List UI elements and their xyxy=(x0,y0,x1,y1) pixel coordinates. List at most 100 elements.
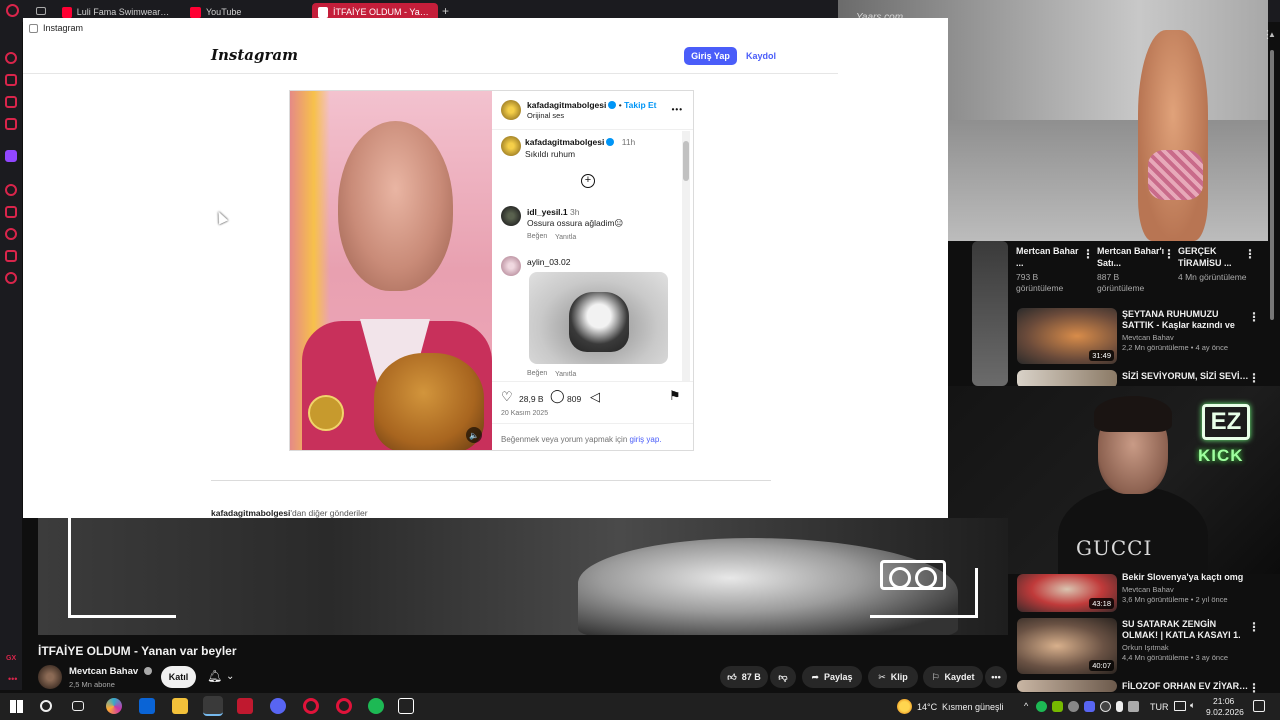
share-button[interactable]: ➦ Paylaş xyxy=(802,666,862,688)
comment-like-button[interactable]: Beğen xyxy=(527,370,547,377)
sidebar-more-icon[interactable]: ••• xyxy=(8,674,17,684)
clip-button[interactable]: ✂ Klip xyxy=(868,666,918,688)
speaker-icon[interactable]: 🔈︎ xyxy=(1190,700,1195,711)
copilot-icon[interactable] xyxy=(106,698,122,714)
suggestion-item[interactable]: SİZİ SEVİYORUM, SİZİ SEVİYORUM! xyxy=(1122,371,1250,382)
outlook-icon[interactable] xyxy=(139,698,155,714)
caption-username[interactable]: kafadagitmabolgesi 11h xyxy=(525,137,635,147)
suggestion-thumbnail[interactable] xyxy=(1017,680,1117,692)
like-button[interactable]: 👍︎ 87 B xyxy=(720,666,768,688)
new-tab-button[interactable]: + xyxy=(442,4,449,18)
search-icon[interactable] xyxy=(40,700,52,712)
tray-obs-icon[interactable] xyxy=(1100,701,1111,712)
tray-nvidia-icon[interactable] xyxy=(1052,701,1063,712)
like-count[interactable]: 28,9 B xyxy=(519,394,544,404)
comments-scrollbar[interactable] xyxy=(682,131,690,381)
short-item[interactable]: Mertcan Bahar'ı Satı... 887 B görüntülem… xyxy=(1097,245,1167,294)
spotify-icon[interactable] xyxy=(368,698,384,714)
opera-gx-icon[interactable] xyxy=(336,698,352,714)
comment-username[interactable]: aylin_03.02 xyxy=(527,257,570,267)
tray-monitor-icon[interactable] xyxy=(1174,701,1186,711)
suggestion-thumbnail[interactable]: 43:18 xyxy=(1017,574,1117,612)
clock-date[interactable]: 9.02.2026 xyxy=(1206,707,1244,717)
suggestion-item[interactable]: FİLOZOF ORHAN EV ZİYARETİ xyxy=(1122,681,1250,692)
suggestion-item[interactable]: ŞEYTANA RUHUMUZU SATTIK - Kaşlar kazındı… xyxy=(1122,309,1250,352)
more-options-icon[interactable]: ••• xyxy=(672,105,683,114)
post-video[interactable]: 🔈 xyxy=(290,91,492,450)
sidebar-settings-icon[interactable] xyxy=(5,272,17,284)
husky-gif[interactable] xyxy=(529,272,668,364)
temperature[interactable]: 14°C xyxy=(917,702,937,712)
tab-overview-icon[interactable] xyxy=(36,7,46,15)
add-circle-icon[interactable]: + xyxy=(581,174,595,188)
suggestion-menu-icon[interactable]: ⋮ xyxy=(1248,310,1260,324)
file-explorer-icon[interactable] xyxy=(172,698,188,714)
short-item[interactable]: Mertcan Bahar ... 793 B görüntüleme xyxy=(1016,245,1086,294)
opera-gx-taskbar-icon[interactable] xyxy=(203,696,223,716)
weather-sun-icon[interactable] xyxy=(897,699,912,714)
suggestion-menu-icon[interactable]: ⋮ xyxy=(1248,620,1260,634)
tray-mic-icon[interactable] xyxy=(1116,701,1123,712)
windows-start-icon[interactable] xyxy=(10,700,23,713)
tray-chevron-icon[interactable]: ^ xyxy=(1024,701,1028,711)
sidebar-twitch-icon[interactable] xyxy=(5,150,17,162)
short-item[interactable]: GERÇEK TİRAMİSU ... 4 Mn görüntüleme xyxy=(1178,245,1248,283)
window-menu-icon[interactable]: ⋮ xyxy=(1262,28,1273,41)
audio-label[interactable]: Orijinal ses xyxy=(527,111,564,120)
comment-count[interactable]: 809 xyxy=(567,394,581,404)
channel-avatar[interactable] xyxy=(38,665,62,689)
opera-icon[interactable] xyxy=(303,698,319,714)
sidebar-player-icon[interactable] xyxy=(5,184,17,196)
discord-icon[interactable] xyxy=(270,698,286,714)
epic-games-icon[interactable] xyxy=(398,698,414,714)
task-view-icon[interactable] xyxy=(72,701,84,711)
heart-icon[interactable]: ♡ xyxy=(501,389,513,405)
language-indicator[interactable]: TUR xyxy=(1150,702,1169,712)
notification-center-icon[interactable] xyxy=(1253,700,1265,712)
comment-icon[interactable]: ◯ xyxy=(550,388,565,404)
tray-app2-icon[interactable] xyxy=(1128,701,1139,712)
sidebar-bag-icon[interactable] xyxy=(5,74,17,86)
short-menu-icon[interactable]: ⋮ xyxy=(1244,247,1256,261)
more-actions-button[interactable]: ••• xyxy=(985,666,1007,688)
author-avatar[interactable] xyxy=(501,100,521,120)
tray-discord-icon[interactable] xyxy=(1084,701,1095,712)
bookmark-icon[interactable]: ⚑ xyxy=(669,388,681,404)
save-button[interactable]: ⚐ Kaydet xyxy=(923,666,983,688)
instagram-logo[interactable]: Instagram xyxy=(211,46,298,64)
suggestion-item[interactable]: Bekir Slovenya'ya kaçtı omg Mevtcan Baha… xyxy=(1122,572,1250,604)
short-menu-icon[interactable]: ⋮ xyxy=(1163,247,1175,261)
follow-button[interactable]: Takip Et xyxy=(624,100,656,110)
main-video-player[interactable] xyxy=(38,518,1008,635)
voicemod-icon[interactable] xyxy=(237,698,253,714)
login-link[interactable]: giriş yap. xyxy=(630,435,662,444)
weather-text[interactable]: Kısmen güneşli xyxy=(942,702,1004,712)
share-icon[interactable]: ◁ xyxy=(590,389,600,405)
suggestion-thumbnail[interactable]: 40:07 xyxy=(1017,618,1117,674)
dislike-button[interactable]: 👎︎ xyxy=(770,666,796,688)
sidebar-home-icon[interactable] xyxy=(5,52,17,64)
comment-like-button[interactable]: Beğen xyxy=(527,233,547,240)
opera-logo-icon[interactable] xyxy=(6,4,19,17)
channel-name[interactable]: Mevtcan Bahav xyxy=(69,666,152,677)
comment-avatar[interactable] xyxy=(501,206,521,226)
caption-avatar[interactable] xyxy=(501,136,521,156)
scroll-thumb[interactable] xyxy=(1270,50,1274,320)
more-posts-username[interactable]: kafadagitmabolgesi xyxy=(211,508,290,518)
sidebar-instagram-icon[interactable] xyxy=(5,118,17,130)
chevron-down-icon[interactable]: ⌄ xyxy=(226,671,234,682)
author-username[interactable]: kafadagitmabolgesi • Takip Et xyxy=(527,100,657,110)
suggestion-item[interactable]: SU SATARAK ZENGİN OLMAK! | KATLA KASAYI … xyxy=(1122,619,1250,662)
sidebar-download-icon[interactable] xyxy=(5,250,17,262)
short-menu-icon[interactable]: ⋮ xyxy=(1082,247,1094,261)
signup-link[interactable]: Kaydol xyxy=(746,51,776,61)
suggestion-menu-icon[interactable]: ⋮ xyxy=(1248,371,1260,385)
sidebar-history-icon[interactable] xyxy=(5,228,17,240)
sidebar-gx-icon[interactable]: GX xyxy=(6,655,16,662)
window-scrollbar[interactable]: ▲ xyxy=(1268,30,1276,330)
join-button[interactable]: Katıl xyxy=(161,666,196,688)
login-button[interactable]: Giriş Yap xyxy=(684,47,737,65)
comment-username[interactable]: idl_yesil.1 3h xyxy=(527,207,579,217)
mute-icon[interactable]: 🔈 xyxy=(466,427,482,443)
short-thumbnail[interactable] xyxy=(972,241,1008,386)
